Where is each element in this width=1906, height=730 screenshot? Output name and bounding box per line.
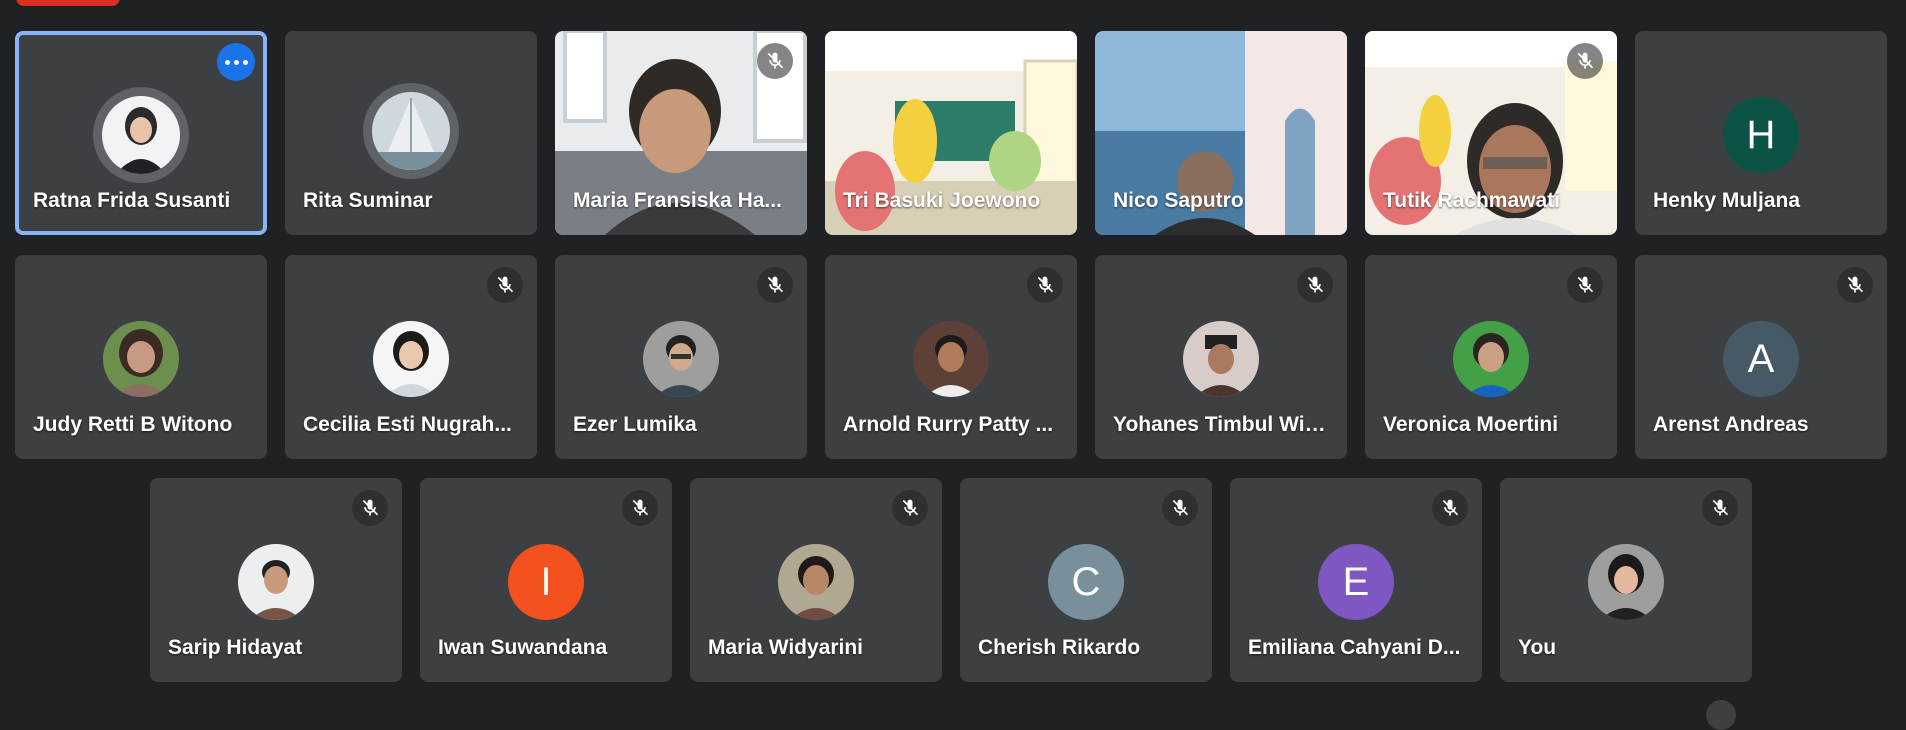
mic-off-icon	[1702, 490, 1738, 526]
participant-tile[interactable]: Maria Fransiska Ha...	[555, 31, 807, 235]
participant-tile[interactable]: Nico Saputro	[1095, 31, 1347, 235]
avatar	[373, 321, 449, 397]
mic-off-icon	[757, 267, 793, 303]
mic-off-icon	[622, 490, 658, 526]
participant-tile[interactable]: You	[1500, 478, 1752, 682]
participant-name: Tri Basuki Joewono	[843, 189, 1041, 212]
mic-off-icon	[1837, 267, 1873, 303]
participant-tile[interactable]: Cecilia Esti Nugrah...	[285, 255, 537, 459]
participant-name: Maria Fransiska Ha...	[573, 189, 782, 212]
avatar	[238, 544, 314, 620]
participant-tile[interactable]: Rita Suminar	[285, 31, 537, 235]
mic-off-icon	[352, 490, 388, 526]
participant-tile[interactable]: H Henky Muljana	[1635, 31, 1887, 235]
scroll-indicator[interactable]	[1706, 700, 1736, 730]
participant-name: Tutik Rachmawati	[1383, 189, 1560, 212]
participant-tile[interactable]: Yohanes Timbul Wid...	[1095, 255, 1347, 459]
participant-tile[interactable]: Tri Basuki Joewono	[825, 31, 1077, 235]
avatar	[93, 87, 189, 183]
participant-tile[interactable]: A Arenst Andreas	[1635, 255, 1887, 459]
mic-off-icon	[1027, 267, 1063, 303]
grid-row-2: Judy Retti B Witono Cecilia Esti Nugrah.…	[0, 255, 1906, 459]
avatar	[913, 321, 989, 397]
participant-tile[interactable]: Arnold Rurry Patty ...	[825, 255, 1077, 459]
participant-name: Maria Widyarini	[708, 636, 864, 659]
participant-tile[interactable]: C Cherish Rikardo	[960, 478, 1212, 682]
participant-name: Yohanes Timbul Wid...	[1113, 413, 1329, 436]
participant-name: Nico Saputro	[1113, 189, 1244, 212]
avatar	[1183, 321, 1259, 397]
participant-tile[interactable]: Veronica Moertini	[1365, 255, 1617, 459]
more-options-button[interactable]	[217, 43, 255, 81]
mic-off-icon	[892, 490, 928, 526]
participant-name: Cherish Rikardo	[978, 636, 1141, 659]
participant-name: Cecilia Esti Nugrah...	[303, 413, 512, 436]
grid-row-3: Sarip Hidayat I Iwan Suwandana Maria Wid…	[0, 478, 1906, 682]
participant-name: Sarip Hidayat	[168, 636, 303, 659]
mic-off-icon	[1432, 490, 1468, 526]
avatar: A	[1723, 321, 1799, 397]
avatar	[103, 321, 179, 397]
participant-tile[interactable]: Maria Widyarini	[690, 478, 942, 682]
participant-name: Henky Muljana	[1653, 189, 1801, 212]
participant-tile[interactable]: Judy Retti B Witono	[15, 255, 267, 459]
participant-name: Ezer Lumika	[573, 413, 697, 436]
participant-name: Emiliana Cahyani D...	[1248, 636, 1461, 659]
participant-tile[interactable]: Ezer Lumika	[555, 255, 807, 459]
participant-tile[interactable]: I Iwan Suwandana	[420, 478, 672, 682]
participant-name: Iwan Suwandana	[438, 636, 608, 659]
avatar	[643, 321, 719, 397]
participant-tile[interactable]: Ratna Frida Susanti	[15, 31, 267, 235]
mic-off-icon	[1162, 490, 1198, 526]
grid-row-1: Ratna Frida Susanti Rita Suminar Maria F…	[0, 31, 1906, 235]
participant-tile[interactable]: Sarip Hidayat	[150, 478, 402, 682]
mic-off-icon	[1297, 267, 1333, 303]
participant-name: Veronica Moertini	[1383, 413, 1559, 436]
avatar	[363, 83, 459, 179]
participant-name: Arnold Rurry Patty ...	[843, 413, 1054, 436]
participant-name: Arenst Andreas	[1653, 413, 1809, 436]
participant-name: Rita Suminar	[303, 189, 433, 212]
participant-tile[interactable]: Tutik Rachmawati	[1365, 31, 1617, 235]
participant-name: Judy Retti B Witono	[33, 413, 233, 436]
avatar: E	[1318, 544, 1394, 620]
participant-grid: Ratna Frida Susanti Rita Suminar Maria F…	[0, 0, 1906, 709]
participant-name: Ratna Frida Susanti	[33, 189, 231, 212]
participant-tile[interactable]: E Emiliana Cahyani D...	[1230, 478, 1482, 682]
mic-off-icon	[1567, 267, 1603, 303]
avatar: I	[508, 544, 584, 620]
avatar	[1453, 321, 1529, 397]
mic-off-icon	[757, 43, 793, 79]
avatar	[1588, 544, 1664, 620]
mic-off-icon	[1567, 43, 1603, 79]
participant-name: You	[1518, 636, 1557, 659]
avatar: C	[1048, 544, 1124, 620]
mic-off-icon	[487, 267, 523, 303]
avatar: H	[1723, 97, 1799, 173]
avatar	[778, 544, 854, 620]
